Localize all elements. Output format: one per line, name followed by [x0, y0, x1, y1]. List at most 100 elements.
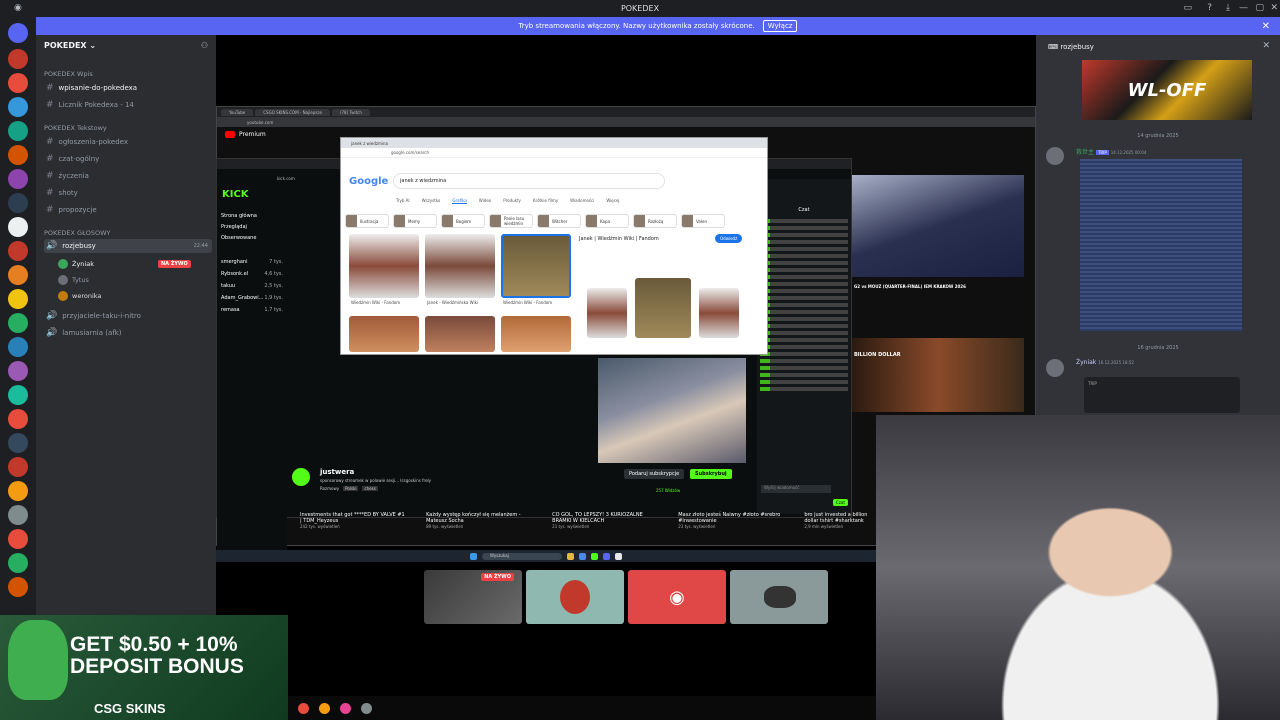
help-icon[interactable]: ? [1207, 3, 1212, 13]
disable-streamer-mode-button[interactable]: Wyłącz [762, 20, 798, 32]
channel-item[interactable]: # czat-ogólny [44, 152, 212, 166]
add-member-icon[interactable]: ⚇ [201, 41, 208, 50]
recommendation-item[interactable]: CO GOL, TO LEPSZY! 3 KURIOZALNE BRAMKI W… [552, 512, 658, 530]
tag[interactable]: Rozmowy [320, 486, 339, 491]
streamer-name[interactable]: justwera [320, 468, 354, 476]
filter-all[interactable]: Wszystko [422, 198, 441, 204]
chip[interactable]: Memy [393, 214, 437, 228]
filter-shorts[interactable]: Krótkie filmy [533, 198, 558, 204]
brave-icon[interactable] [319, 702, 330, 714]
image-result-selected[interactable] [501, 234, 571, 298]
minimize-icon[interactable]: — [1239, 3, 1248, 13]
server-icon[interactable] [8, 337, 28, 357]
kick-channel-item[interactable]: Adam_Grabowi... 1,9 tys. [221, 295, 283, 301]
direct-messages-icon[interactable] [8, 23, 28, 43]
server-icon[interactable] [8, 505, 28, 525]
server-icon[interactable] [8, 313, 28, 333]
server-icon[interactable] [8, 145, 28, 165]
chip[interactable]: Witcher [537, 214, 581, 228]
tab-twitch[interactable]: (78) Twitch [331, 108, 370, 116]
filter-video[interactable]: Wideo [479, 198, 491, 204]
preview-related-image[interactable] [699, 288, 739, 338]
tab-youtube[interactable]: YouTube [221, 108, 254, 116]
nav-following[interactable]: Obserwowane [221, 235, 283, 241]
channel-item[interactable]: # ogłoszenia-pokedex [44, 135, 212, 149]
channel-item[interactable]: # shoty [44, 186, 212, 200]
recommendation-item[interactable]: Masz złoto jesteś Naiwny #złoto #srebro … [678, 512, 784, 530]
channel-item[interactable]: # życzenia [44, 169, 212, 183]
recommendation-item[interactable]: Każdy występ kończył się melanżem - Mate… [426, 512, 532, 530]
nav-browse[interactable]: Przeglądaj [221, 224, 283, 230]
tab-csgoskins[interactable]: CSGO SKINS.COM - Najlepsze [255, 108, 330, 116]
category-label[interactable]: POKEDEX Tekstowy [44, 124, 107, 132]
server-icon[interactable] [8, 49, 28, 69]
voice-member[interactable]: weronika [58, 291, 101, 301]
server-icon[interactable] [8, 409, 28, 429]
server-icon[interactable] [8, 217, 28, 237]
kick-logo[interactable]: KICK [222, 189, 249, 200]
image-result[interactable] [349, 234, 419, 298]
streamer-avatar[interactable] [292, 468, 310, 486]
filter-products[interactable]: Produkty [503, 198, 521, 204]
close-banner-icon[interactable]: ✕ [1262, 21, 1270, 32]
tag[interactable]: chess [362, 486, 378, 491]
voice-channel[interactable]: 🔊 przyjaciele-taku-i-nitro [44, 309, 212, 323]
recommendation-item[interactable]: Investments that got ****ED BY VALVE #1 … [300, 512, 406, 530]
close-window-icon[interactable]: ✕ [1270, 3, 1278, 13]
image-result[interactable] [425, 234, 495, 298]
kick-channel-item[interactable]: smerghani 7 tys. [221, 259, 283, 265]
voice-channel-active[interactable]: 🔊 rozjebusy 22:44 [44, 239, 212, 253]
server-icon[interactable] [8, 121, 28, 141]
server-icon[interactable] [8, 97, 28, 117]
kick-channel-item[interactable]: Rybsonk.el 4,6 tys. [221, 271, 283, 277]
sharktank-thumbnail[interactable]: BILLION DOLLAR [852, 338, 1024, 412]
kick-channel-item[interactable]: remasa 1,7 tys. [221, 307, 283, 313]
server-icon[interactable] [8, 577, 28, 597]
google-address-bar[interactable]: google.com/search [341, 148, 767, 158]
category-label[interactable]: POKEDEX GŁOSOWY [44, 229, 110, 237]
channel-item[interactable]: # wpisanie-do-pokedexa [44, 81, 212, 95]
server-icon[interactable] [8, 529, 28, 549]
settings-icon[interactable] [361, 702, 372, 714]
server-icon[interactable] [8, 241, 28, 261]
server-icon[interactable] [8, 289, 28, 309]
preview-title[interactable]: Janek | Wiedźmin Wiki | Fandom [579, 236, 659, 242]
server-icon[interactable] [8, 73, 28, 93]
avatar[interactable] [1046, 359, 1064, 377]
filter-images[interactable]: Grafika [452, 198, 467, 204]
channel-item[interactable]: # propozycje [44, 203, 212, 217]
chip[interactable]: Ilustracja [345, 214, 389, 228]
participant-tile[interactable] [526, 570, 624, 624]
image-result[interactable] [349, 316, 419, 352]
server-icon[interactable] [8, 265, 28, 285]
chip[interactable]: Valen [681, 214, 725, 228]
chip[interactable]: Rozłożą [633, 214, 677, 228]
recommendation-item[interactable]: bro just invested a billion dollar tshir… [804, 512, 875, 530]
channel-item[interactable]: # Licznik Pokedexa - 14 [44, 98, 212, 112]
address-bar[interactable]: youtube.com [217, 117, 1035, 127]
server-icon[interactable] [8, 385, 28, 405]
app-icon[interactable] [615, 552, 622, 560]
nav-home[interactable]: Strona główna [221, 213, 283, 219]
attachment-image[interactable] [1080, 159, 1242, 331]
start-icon[interactable] [470, 552, 477, 560]
discord-icon[interactable] [603, 552, 610, 560]
server-icon[interactable] [8, 169, 28, 189]
sponsor-ad[interactable]: GET $0.50 + 10% DEPOSIT BONUS CSG SKINS [0, 615, 288, 720]
visit-button[interactable]: Odwiedź [715, 234, 743, 243]
tag[interactable]: Polski [343, 486, 359, 491]
kick-channel-item[interactable]: takuu 2,5 tys. [221, 283, 283, 289]
subscribe-button[interactable]: Subskrybuj [690, 469, 732, 479]
google-tab[interactable]: janek z wiedzmina [351, 141, 388, 146]
kick-icon[interactable] [591, 552, 598, 560]
participant-tile[interactable] [730, 570, 828, 624]
maximize-icon[interactable]: ▢ [1255, 3, 1264, 13]
server-name[interactable]: POKEDEX ⌄ [44, 41, 96, 50]
google-logo[interactable]: Google [349, 176, 388, 187]
download-icon[interactable]: ⤓ [1226, 3, 1230, 13]
server-icon[interactable] [8, 361, 28, 381]
server-icon[interactable] [8, 481, 28, 501]
close-panel-icon[interactable]: ✕ [1262, 41, 1270, 51]
message-author[interactable]: Żyniak 16.12.2025 18:52 [1076, 359, 1134, 366]
filter-more[interactable]: Więcej [606, 198, 619, 204]
